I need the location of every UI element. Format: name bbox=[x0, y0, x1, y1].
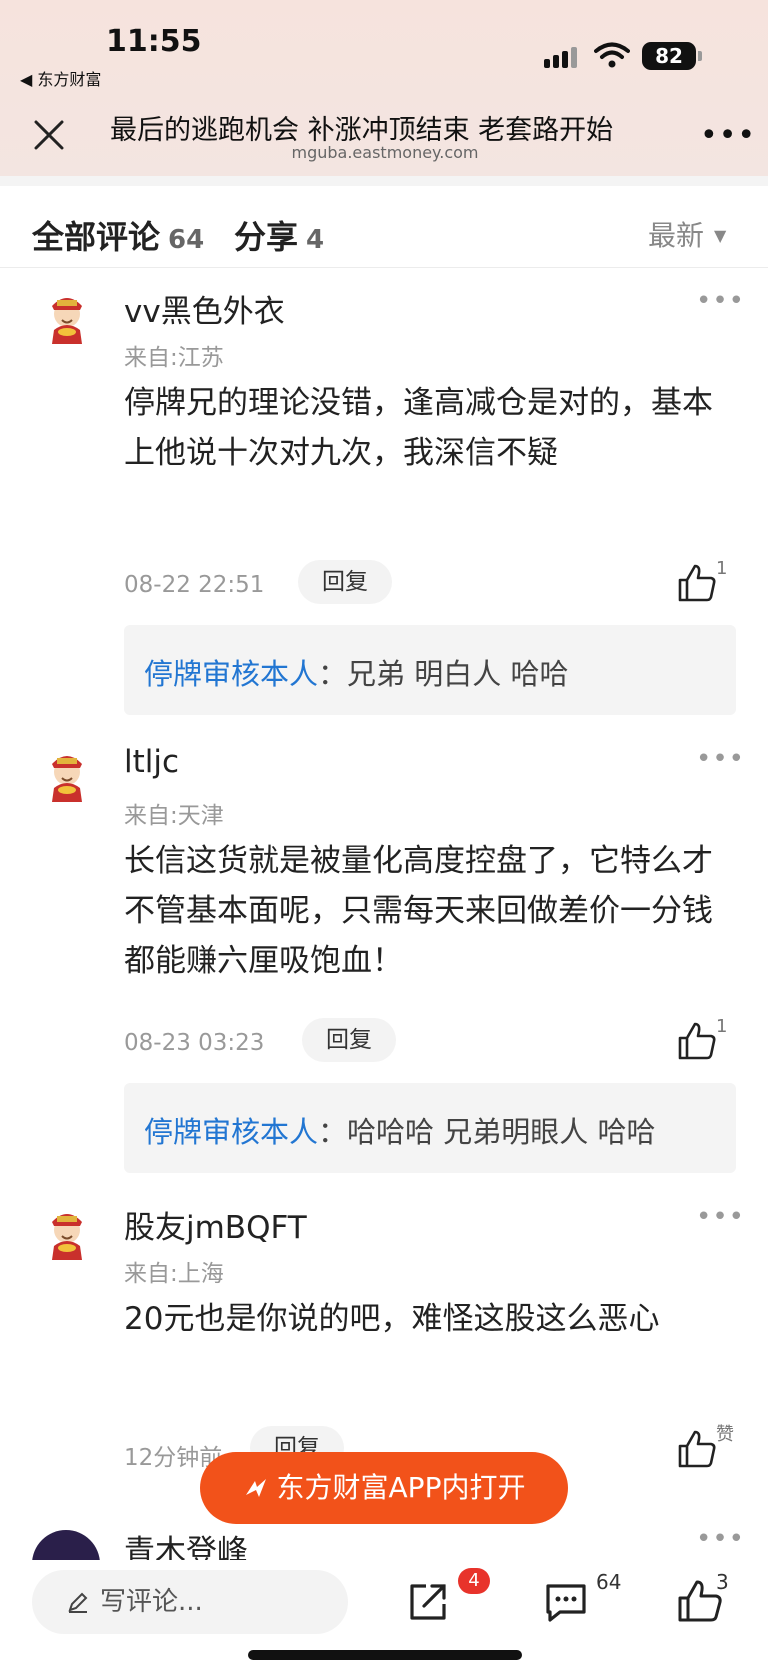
wifi-icon bbox=[594, 42, 630, 68]
thumbs-up-icon[interactable] bbox=[676, 1428, 718, 1470]
avatar[interactable] bbox=[40, 1208, 94, 1262]
comment-author[interactable]: 青木登峰 bbox=[124, 1530, 248, 1560]
avatar[interactable] bbox=[40, 750, 94, 804]
close-icon[interactable] bbox=[32, 118, 66, 152]
reply-button[interactable]: 回复 bbox=[298, 560, 392, 604]
comment-author[interactable]: ltljc bbox=[124, 744, 179, 780]
comment-body: 20元也是你说的吧，难怪这股这么恶心 bbox=[124, 1301, 660, 1337]
tab-all-comments-count: 64 bbox=[168, 225, 205, 255]
sort-dropdown[interactable]: 最新 ▼ bbox=[648, 214, 726, 254]
sub-reply-content: 停牌审核本人：兄弟 明白人 哈哈 bbox=[144, 651, 568, 693]
comment-author[interactable]: vv黑色外衣 bbox=[124, 286, 285, 331]
like-count: 赞 bbox=[716, 1424, 734, 1445]
comment-item: ltljc ••• 来自:天津 长信这货就是被量化高度控盘了，它特么才不管基本面… bbox=[0, 740, 768, 1180]
comment-location: 来自:天津 bbox=[124, 803, 224, 829]
comment-more-icon[interactable]: ••• bbox=[696, 744, 745, 774]
section-divider bbox=[0, 176, 768, 186]
comment-more-icon[interactable]: ••• bbox=[696, 1530, 745, 1554]
avatar[interactable] bbox=[32, 1530, 100, 1560]
share-badge: 4 bbox=[458, 1568, 490, 1594]
sub-reply-author[interactable]: 停牌审核本人 bbox=[144, 657, 318, 691]
sub-reply-text: ：哈哈哈 兄弟明眼人 哈哈 bbox=[318, 1115, 656, 1149]
tab-all-comments[interactable]: 全部评论 64 bbox=[32, 212, 204, 258]
open-in-app-label: 东方财富APP内打开 bbox=[276, 1471, 526, 1504]
sub-reply-text: ：兄弟 明白人 哈哈 bbox=[318, 657, 569, 691]
like-count: 1 bbox=[716, 1016, 728, 1037]
more-options-icon[interactable]: ••• bbox=[700, 118, 756, 153]
sub-reply[interactable]: 停牌审核本人：兄弟 明白人 哈哈 bbox=[124, 625, 736, 715]
comment-date: 08-23 03:23 bbox=[124, 1030, 265, 1056]
comment-body: 长信这货就是被量化高度控盘了，它特么才不管基本面呢，只需每天来回做差价一分钱都能… bbox=[124, 843, 713, 979]
bottom-bar: 写评论... 4 64 3 bbox=[0, 1560, 768, 1669]
home-indicator bbox=[248, 1650, 522, 1660]
sub-reply-author[interactable]: 停牌审核本人 bbox=[144, 1115, 318, 1149]
comment-tabs: 全部评论 64 分享 4 最新 ▼ bbox=[0, 186, 768, 268]
comment-icon[interactable] bbox=[542, 1578, 590, 1626]
write-comment-input[interactable]: 写评论... bbox=[32, 1570, 348, 1634]
share-icon[interactable] bbox=[404, 1578, 452, 1626]
page-url: mguba.eastmoney.com bbox=[291, 143, 479, 162]
page-title: 最后的逃跑机会 补涨冲顶结束 老套路开始 bbox=[110, 115, 614, 146]
comment-more-icon[interactable]: ••• bbox=[696, 286, 745, 316]
comment-date: 08-22 22:51 bbox=[124, 572, 265, 598]
comment-item: 青木登峰 ••• bbox=[0, 1530, 768, 1560]
comment-more-icon[interactable]: ••• bbox=[696, 1202, 745, 1232]
tab-all-comments-label: 全部评论 bbox=[32, 218, 161, 256]
sort-label: 最新 bbox=[648, 219, 705, 252]
thumbs-up-icon[interactable] bbox=[676, 1020, 718, 1062]
comment-location: 来自:上海 bbox=[124, 1261, 224, 1287]
like-count: 1 bbox=[716, 558, 728, 579]
top-bar: 11:55 ◀ 东方财富 82 最后的逃跑机会 补涨冲顶结束 老套路开始 mgu… bbox=[0, 0, 768, 176]
thumbs-up-icon[interactable] bbox=[676, 562, 718, 604]
reply-button[interactable]: 回复 bbox=[302, 1018, 396, 1062]
battery-indicator: 82 bbox=[642, 42, 702, 70]
comment-item: vv黑色外衣 ••• 来自:江苏 停牌兄的理论没错，逢高减仓是对的，基本上他说十… bbox=[0, 282, 768, 722]
status-time: 11:55 bbox=[106, 24, 202, 59]
open-in-app-button[interactable]: 东方财富APP内打开 bbox=[200, 1452, 568, 1524]
write-comment-placeholder: 写评论... bbox=[100, 1587, 203, 1617]
pencil-icon bbox=[68, 1592, 88, 1613]
sub-reply[interactable]: 停牌审核本人：哈哈哈 兄弟明眼人 哈哈 bbox=[124, 1083, 736, 1173]
comment-location: 来自:江苏 bbox=[124, 345, 224, 371]
back-to-app-link[interactable]: ◀ 东方财富 bbox=[20, 66, 101, 90]
comment-body: 停牌兄的理论没错，逢高减仓是对的，基本上他说十次对九次，我深信不疑 bbox=[124, 385, 713, 471]
signal-icon bbox=[544, 44, 582, 68]
like-count-total: 3 bbox=[716, 1570, 729, 1594]
eastmoney-logo-icon bbox=[245, 1479, 266, 1497]
comment-count: 64 bbox=[596, 1570, 622, 1594]
tab-share-count: 4 bbox=[306, 225, 325, 255]
comment-author[interactable]: 股友jmBQFT bbox=[124, 1202, 307, 1247]
comment-item: 股友jmBQFT ••• 来自:上海 20元也是你说的吧，难怪这股这么恶心 12… bbox=[0, 1198, 768, 1478]
avatar[interactable] bbox=[40, 292, 94, 346]
tab-share-label: 分享 bbox=[234, 218, 299, 256]
caret-down-icon: ▼ bbox=[714, 226, 727, 245]
sub-reply-content: 停牌审核本人：哈哈哈 兄弟明眼人 哈哈 bbox=[144, 1109, 655, 1151]
tab-share[interactable]: 分享 4 bbox=[234, 212, 324, 258]
